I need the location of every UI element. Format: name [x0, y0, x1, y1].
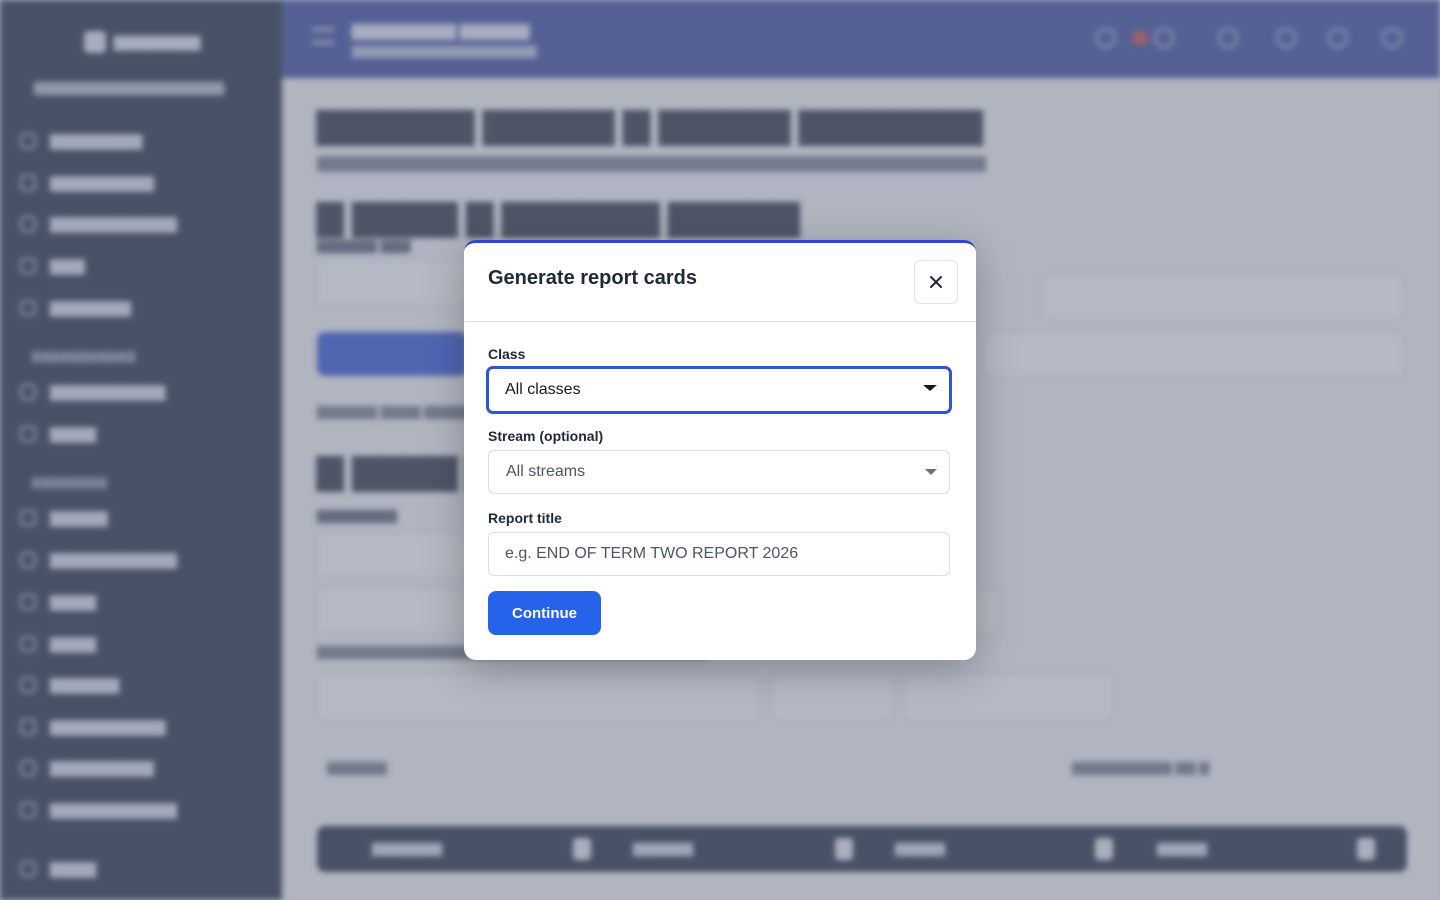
- report-title-input[interactable]: [488, 532, 950, 576]
- stream-select-value: All streams: [506, 463, 586, 480]
- modal-header: Generate report cards: [464, 243, 976, 322]
- continue-button[interactable]: Continue: [488, 591, 601, 635]
- class-select-value: All classes: [505, 381, 581, 398]
- stream-label: Stream (optional): [488, 428, 604, 444]
- class-select[interactable]: All classes: [487, 367, 951, 413]
- report-title-label: Report title: [488, 510, 562, 526]
- modal-title: Generate report cards: [488, 267, 697, 289]
- chevron-down-icon: [923, 385, 937, 391]
- class-label: Class: [488, 346, 526, 362]
- chevron-down-icon: [925, 469, 937, 475]
- generate-report-cards-dialog: Generate report cards Class All classes …: [464, 240, 976, 660]
- close-icon: [930, 276, 942, 288]
- close-button[interactable]: [914, 260, 958, 304]
- stream-select[interactable]: All streams: [488, 450, 950, 494]
